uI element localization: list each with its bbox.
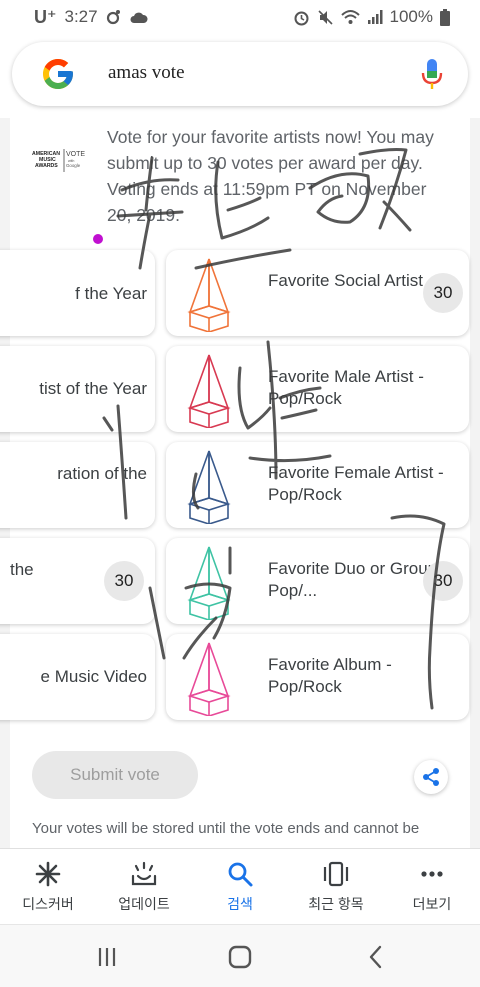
nav-label: 검색 (227, 896, 253, 912)
trophy-icon (187, 354, 231, 428)
american-music-awards-logo: AMERICAN MUSIC AWARDS VOTE with Google (32, 149, 85, 172)
vote-count-badge: 30 (423, 273, 463, 313)
nav-label: 디스커버 (22, 896, 74, 912)
search-input[interactable]: amas vote (108, 62, 185, 84)
vote-instructions: Vote for your favorite artists now! You … (107, 127, 434, 225)
discover-icon (35, 861, 61, 887)
logo-line-3: AWARDS (35, 163, 58, 169)
carrier-label: U⁺ (34, 6, 57, 27)
category-label: tist of the Year (39, 379, 147, 398)
category-tile-left-1[interactable]: f the Year (0, 250, 155, 336)
trophy-icon (187, 546, 231, 620)
share-icon (423, 768, 439, 786)
signal-icon (367, 10, 383, 24)
cloud-icon (130, 12, 148, 23)
category-label: ration of the (57, 464, 147, 483)
google-logo-icon[interactable] (40, 56, 76, 92)
alarm-icon (294, 11, 309, 25)
category-tile-left-3[interactable]: ration of the (0, 442, 155, 528)
nav-label: 업데이트 (118, 896, 170, 912)
nav-recent[interactable]: 최근 항목 (288, 849, 384, 925)
nav-label: 최근 항목 (308, 896, 364, 912)
status-bar: U⁺ 3:27 100% (0, 0, 480, 34)
nav-more[interactable]: 더보기 (384, 849, 480, 925)
more-icon (421, 871, 443, 877)
status-left: U⁺ 3:27 (34, 7, 148, 28)
category-tile-favorite-male-artist[interactable]: Favorite Male Artist - Pop/Rock (166, 346, 469, 432)
category-tile-left-4[interactable]: the 30 (0, 538, 155, 624)
logo-google: Google (66, 163, 81, 168)
category-label: Favorite Female Artist - Pop/Rock (268, 463, 444, 504)
status-right: 100% (293, 7, 450, 27)
search-icon (228, 862, 253, 887)
category-tile-favorite-duo-or-group[interactable]: Favorite Duo or Group - Pop/... 30 (166, 538, 469, 624)
microphone-icon[interactable] (420, 58, 444, 90)
category-label: the (10, 560, 34, 579)
home-icon[interactable] (226, 943, 254, 971)
nav-updates[interactable]: 업데이트 (96, 849, 192, 925)
trophy-icon (187, 258, 231, 332)
wifi-icon (340, 10, 360, 24)
vote-count-badge: 30 (104, 561, 144, 601)
clock: 3:27 (64, 7, 98, 26)
recent-apps-icon[interactable] (93, 943, 121, 971)
back-icon[interactable] (362, 943, 390, 971)
logo-vote: VOTE (66, 151, 85, 158)
trophy-icon (187, 642, 231, 716)
system-navigation-bar (0, 924, 480, 987)
category-tile-favorite-social-artist[interactable]: Favorite Social Artist 30 (166, 250, 469, 336)
category-label: f the Year (75, 284, 147, 303)
category-label: e Music Video (40, 667, 147, 686)
search-bar[interactable]: amas vote (12, 42, 468, 106)
category-tile-left-2[interactable]: tist of the Year (0, 346, 155, 432)
category-label: Favorite Album - Pop/Rock (268, 655, 392, 696)
share-button[interactable] (414, 760, 448, 794)
battery-icon (440, 8, 450, 26)
results-content[interactable]: AMERICAN MUSIC AWARDS VOTE with Google V… (0, 118, 480, 848)
votes-storage-note: Your votes will be stored until the vote… (32, 820, 420, 837)
mute-icon (317, 9, 333, 25)
recent-icon (323, 861, 349, 887)
category-tile-favorite-album[interactable]: Favorite Album - Pop/Rock (166, 634, 469, 720)
category-label: Favorite Male Artist - Pop/Rock (268, 367, 424, 408)
category-tile-left-5[interactable]: e Music Video (0, 634, 155, 720)
trophy-icon (187, 450, 231, 524)
nav-label: 더보기 (412, 896, 452, 912)
category-tile-favorite-female-artist[interactable]: Favorite Female Artist - Pop/Rock (166, 442, 469, 528)
submit-vote-button[interactable]: Submit vote (32, 751, 198, 799)
bottom-navigation: 디스커버 업데이트 검색 최근 항목 더보기 (0, 848, 480, 924)
purple-dot-mark (93, 234, 103, 244)
updates-icon (131, 861, 157, 886)
nav-discover[interactable]: 디스커버 (0, 849, 96, 925)
vote-count-badge: 30 (423, 561, 463, 601)
battery-level: 100% (389, 7, 433, 26)
notification-icon (106, 10, 120, 25)
nav-search[interactable]: 검색 (192, 849, 288, 925)
